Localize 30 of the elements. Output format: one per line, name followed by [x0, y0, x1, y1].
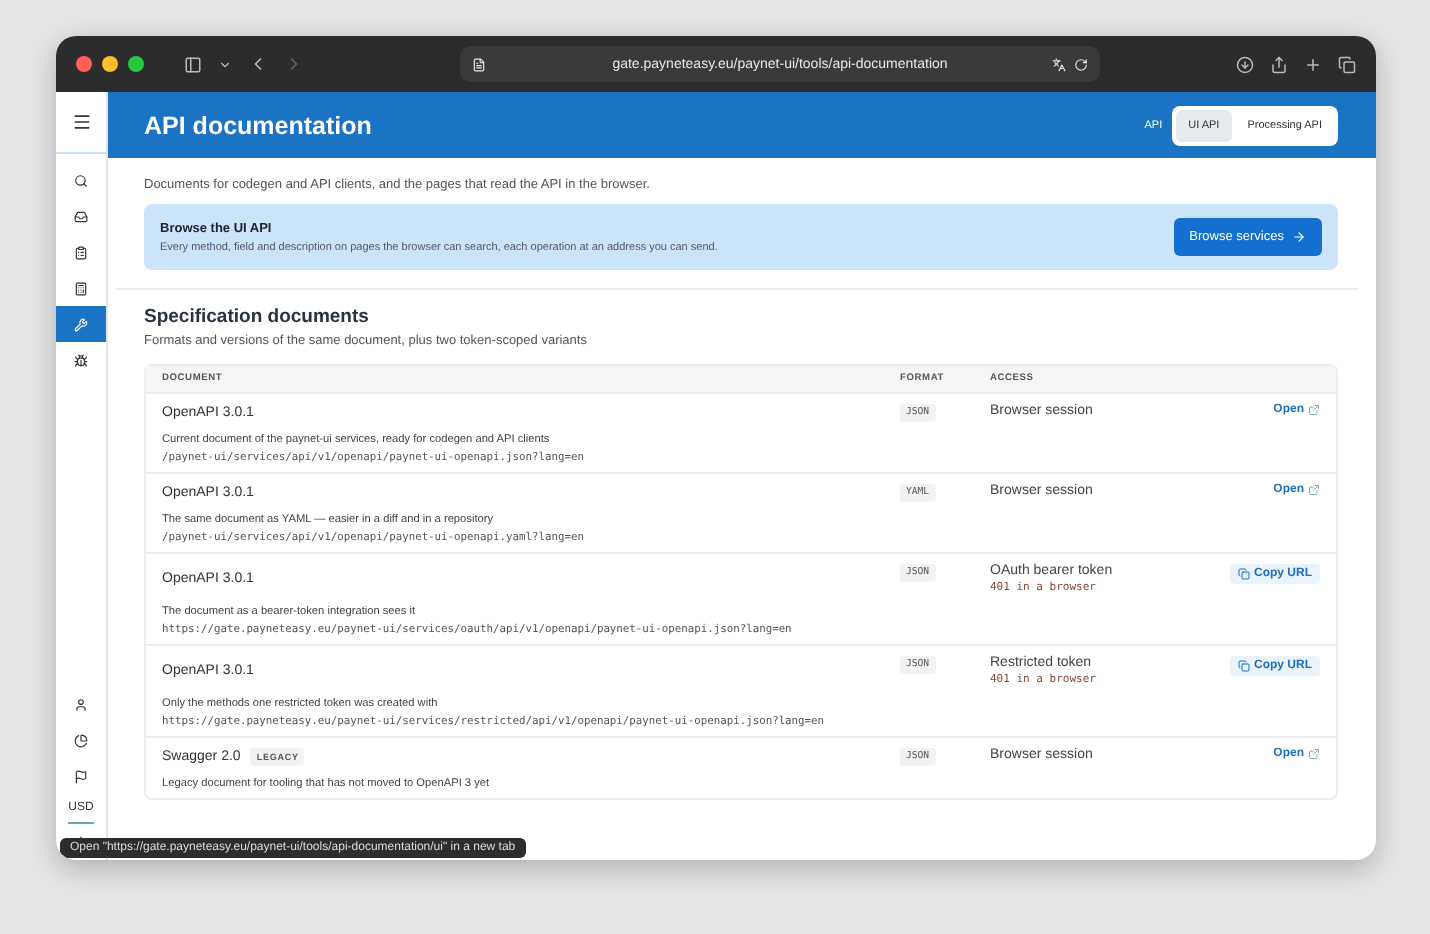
share-icon: [1270, 55, 1288, 73]
external-link-icon: [1308, 748, 1320, 760]
copy-icon: [1238, 660, 1250, 672]
plus-icon: [1304, 55, 1322, 73]
arrow-right-icon: [1292, 230, 1306, 244]
chart-icon: [74, 733, 88, 747]
sidebar-toggle-icon: [184, 55, 202, 73]
reload-icon[interactable]: [1074, 57, 1088, 71]
calculator-icon: [74, 281, 88, 295]
copy-icon: [1238, 568, 1250, 580]
tabs-icon: [1338, 55, 1356, 73]
page-title: API documentation: [144, 111, 374, 139]
maximize-icon[interactable]: [128, 56, 144, 72]
page-icon: [472, 57, 486, 71]
clipboard-icon: [74, 245, 88, 259]
download-icon: [1236, 55, 1254, 73]
inbox-icon: [74, 209, 88, 223]
translate-icon[interactable]: [1052, 57, 1066, 71]
minimize-icon[interactable]: [102, 56, 118, 72]
close-icon[interactable]: [76, 56, 92, 72]
tools-nav-icon[interactable]: [56, 306, 106, 342]
external-link-icon: [1308, 404, 1320, 416]
tools-icon: [74, 317, 88, 331]
external-link-icon: [1308, 484, 1320, 496]
search-icon: [74, 173, 88, 187]
chevron-down-icon: [218, 57, 232, 71]
flag-icon: [74, 769, 88, 783]
bug-icon: [74, 353, 88, 367]
user-icon: [74, 697, 88, 711]
section-title: Specification documents: [144, 306, 371, 328]
